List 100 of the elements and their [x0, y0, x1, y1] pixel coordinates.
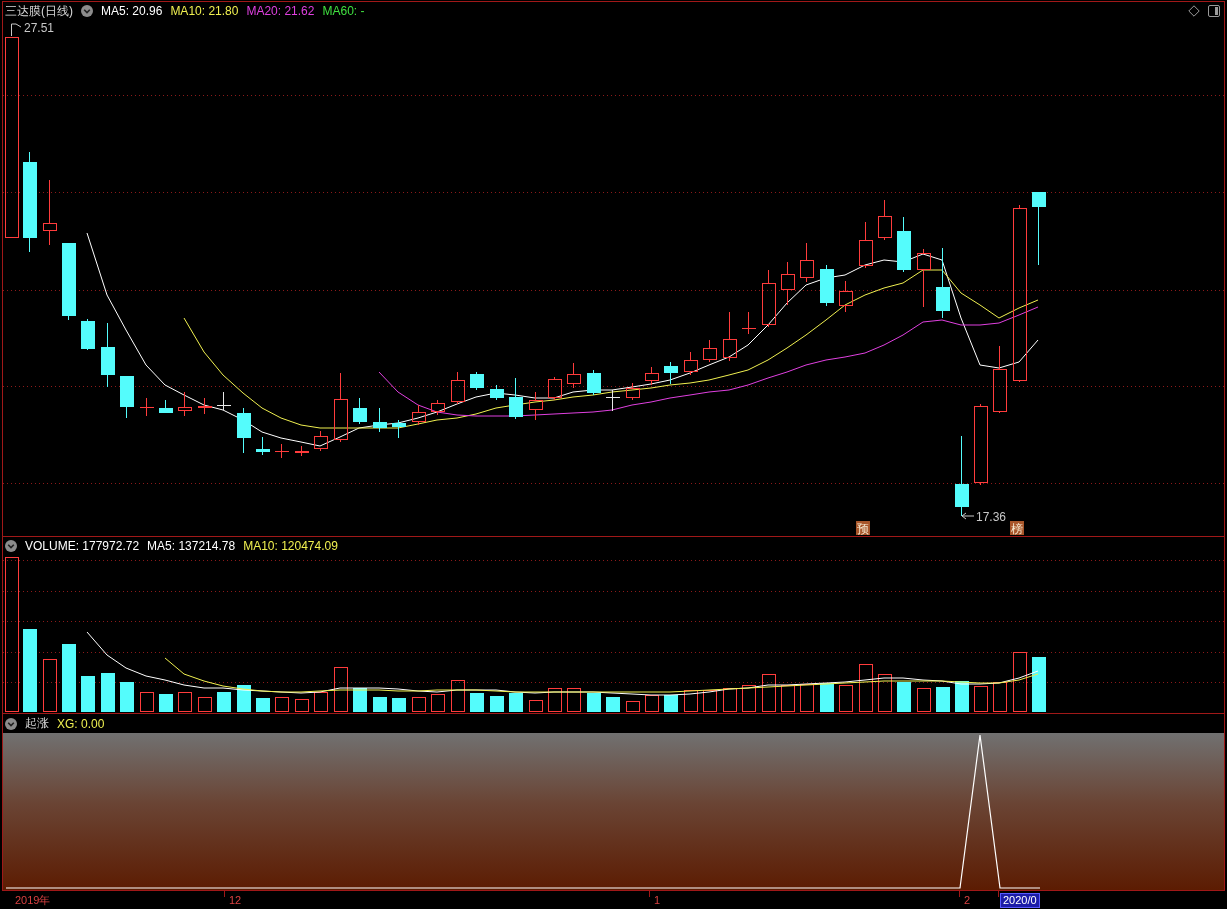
candlestick — [158, 399, 173, 413]
volume-bar — [391, 698, 406, 712]
candlestick — [42, 179, 57, 246]
chevron-down-icon[interactable] — [5, 540, 17, 552]
diamond-icon[interactable] — [1188, 5, 1200, 17]
volume-bar — [799, 684, 814, 712]
volume-bar — [42, 659, 57, 712]
date-label: 12 — [228, 893, 243, 908]
candlestick — [489, 384, 504, 401]
volume-bar — [177, 692, 192, 712]
volume-bar — [838, 685, 853, 712]
volume-bar — [916, 688, 931, 712]
volume-bar — [313, 692, 328, 712]
leader-arrow — [961, 512, 975, 520]
candlestick — [100, 322, 115, 388]
date-label: 2020/0 — [1000, 893, 1040, 908]
indicator-title: 起涨 — [25, 715, 49, 732]
candlestick — [294, 445, 309, 457]
indicator-value: MA10: 21.80 — [170, 4, 239, 18]
candlestick — [644, 366, 659, 386]
candlestick — [430, 399, 445, 416]
volume-bar — [489, 696, 504, 712]
candlestick — [605, 389, 620, 412]
candlestick — [780, 261, 795, 306]
candlestick — [799, 242, 814, 283]
volume-bar — [119, 682, 134, 712]
event-marker[interactable]: 预 — [856, 521, 870, 536]
volume-bar — [935, 687, 950, 712]
date-label: 2019年 — [14, 893, 52, 908]
candlestick — [566, 362, 581, 389]
chart-title: 三达膜(日线) — [5, 2, 73, 20]
volume-bar — [430, 694, 445, 712]
volume-bar — [992, 682, 1007, 712]
chevron-down-icon[interactable] — [81, 5, 93, 17]
volume-bar — [722, 688, 737, 712]
candlestick — [139, 397, 154, 417]
candlestick — [761, 269, 776, 328]
candlestick — [683, 351, 698, 376]
volume-bar — [644, 695, 659, 712]
candlestick — [177, 391, 192, 417]
volume-bar — [741, 685, 756, 712]
high-price-label: 27.51 — [24, 21, 55, 35]
candlestick — [663, 361, 678, 385]
date-label: 1 — [653, 893, 662, 908]
volume-bar — [528, 700, 543, 712]
volume-bar — [61, 644, 76, 712]
volume-bar — [139, 692, 154, 712]
volume-bar — [508, 693, 523, 712]
candlestick — [877, 199, 892, 241]
candlestick — [216, 391, 231, 411]
indicator-value: XG: 0.00 — [57, 716, 105, 731]
volume-bar — [469, 693, 484, 712]
indicator-value: MA20: 21.62 — [246, 4, 315, 18]
volume-bar — [547, 688, 562, 712]
candlestick — [274, 443, 289, 459]
candlestick — [313, 430, 328, 452]
volume-bar — [663, 695, 678, 712]
candlestick — [469, 371, 484, 391]
candlestick — [450, 371, 465, 405]
candlestick — [255, 436, 270, 456]
candlestick — [935, 247, 950, 319]
volume-bar — [761, 674, 776, 712]
volume-bar — [372, 697, 387, 712]
volume-bar — [625, 701, 640, 712]
volume-bar — [100, 673, 115, 712]
event-marker[interactable]: 榜 — [1010, 521, 1024, 536]
candlestick — [992, 345, 1007, 414]
chevron-down-icon[interactable] — [5, 717, 17, 730]
volume-bar — [236, 685, 251, 712]
candlestick — [916, 248, 931, 308]
indicator-value: MA60: - — [322, 4, 365, 18]
volume-bar — [586, 693, 601, 712]
indicator-value: MA5: 137214.78 — [147, 539, 236, 553]
candlestick — [625, 382, 640, 401]
volume-bar — [819, 683, 834, 712]
volume-bar — [333, 667, 348, 712]
volume-bar — [858, 664, 873, 712]
volume-bar — [294, 699, 309, 712]
volume-bar — [566, 688, 581, 712]
volume-bar — [411, 697, 426, 712]
volume-bar — [158, 694, 173, 712]
volume-bar — [780, 685, 795, 712]
panel-icon[interactable] — [1208, 5, 1220, 17]
candlestick — [197, 397, 212, 415]
volume-bar — [255, 698, 270, 712]
volume-bar — [877, 674, 892, 712]
volume-bar — [1031, 657, 1046, 712]
volume-bar — [973, 686, 988, 712]
candlestick — [741, 311, 756, 335]
indicator-value: MA10: 120474.09 — [243, 539, 338, 553]
candlestick — [722, 311, 737, 362]
candlestick — [236, 407, 251, 454]
indicator-value: MA5: 20.96 — [101, 4, 163, 18]
volume-bar — [683, 690, 698, 712]
volume-bar — [216, 692, 231, 712]
candlestick — [333, 372, 348, 443]
indicator-value: VOLUME: 177972.72 — [25, 539, 140, 553]
candlestick — [838, 280, 853, 313]
candlestick — [547, 376, 562, 401]
candlestick — [411, 404, 426, 426]
